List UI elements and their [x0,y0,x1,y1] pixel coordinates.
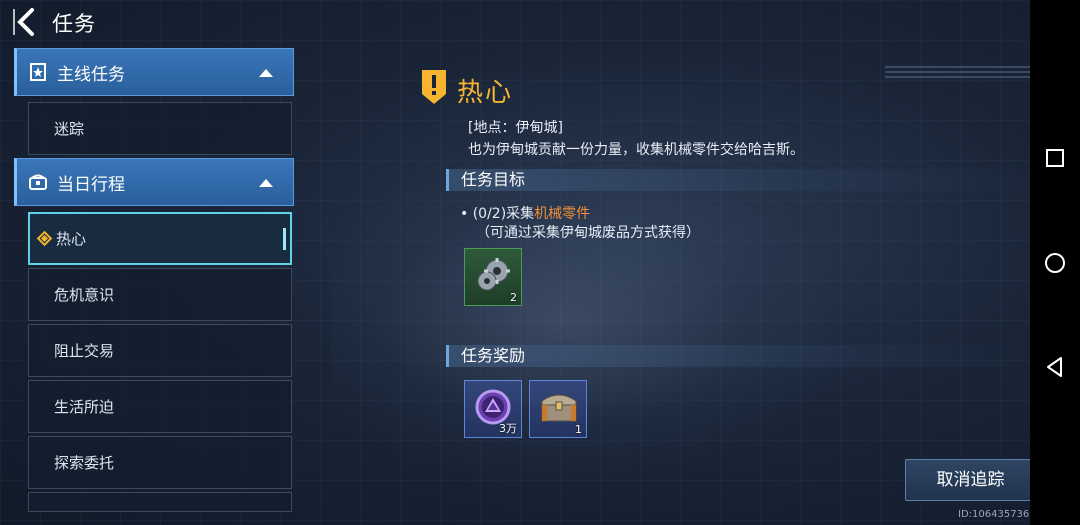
home-icon[interactable] [1042,250,1068,276]
reward-quantity: 1 [575,423,582,436]
main-quest-icon [30,63,46,81]
quest-item-tansuo[interactable]: 探索委托 [28,436,292,489]
objective-line: • (0/2)采集机械零件 [460,203,590,223]
category-daily[interactable]: 当日行程 [14,158,294,206]
category-label: 主线任务 [57,64,125,85]
quest-location: [地点：伊甸城] [468,120,563,136]
quest-item-mizong[interactable]: 迷踪 [28,102,292,155]
objective-item-name: 机械零件 [534,206,591,222]
quest-item-label: 探索委托 [54,454,115,472]
quest-item-label: 危机意识 [54,286,115,304]
back-arrow-icon [13,8,34,36]
tracking-diamond-icon [36,230,53,247]
quest-item-label: 阻止交易 [54,342,115,360]
quest-description: 也为伊甸城贡献一份力量，收集机械零件交给哈吉斯。 [468,142,804,158]
gear-icon [477,258,510,291]
back-button[interactable] [12,6,42,38]
quest-item-shenghuo[interactable]: 生活所迫 [28,380,292,433]
item-quantity: 2 [510,291,517,304]
reward-slot-chest[interactable]: 1 [529,380,587,438]
background-map [330,150,850,490]
objective-heading: 任务目标 [446,169,1026,191]
quest-item-rexin[interactable]: 热心 [28,212,292,265]
quest-title: 热心 [457,78,514,108]
treasure-chest-icon [541,394,577,422]
objective-hint: （可通过采集伊甸城废品方式获得） [476,225,700,241]
collapse-caret-icon [259,69,273,77]
quest-item-weiji[interactable]: 危机意识 [28,268,292,321]
reward-slot-crystal[interactable]: 3万 [464,380,522,438]
quest-item-partial[interactable] [28,492,292,512]
quest-item-label: 生活所迫 [54,398,115,416]
quest-item-label: 迷踪 [54,120,85,138]
objective-prefix: • (0/2)采集 [460,206,535,222]
quest-item-label: 热心 [56,230,87,248]
category-label: 当日行程 [57,174,125,195]
quest-sidebar: 主线任务 迷踪 当日行程 热心 危机意识 阻止交易 生活所迫 探索委托 [14,48,294,525]
decorative-lines [885,66,1035,80]
collapse-caret-icon [259,179,273,187]
cancel-tracking-button[interactable]: 取消追踪 [905,459,1036,501]
reward-heading: 任务奖励 [446,345,1026,367]
page-title: 任务 [52,12,96,36]
back-triangle-icon[interactable] [1042,354,1068,380]
recent-apps-icon[interactable] [1042,145,1068,171]
category-main-quest[interactable]: 主线任务 [14,48,294,96]
quest-exclamation-icon [422,70,446,104]
quest-item-zuzhi[interactable]: 阻止交易 [28,324,292,377]
reward-quantity: 3万 [499,422,517,435]
system-nav-bar [1030,0,1080,525]
objective-item-slot[interactable]: 2 [464,248,522,306]
daily-chest-icon [29,174,47,190]
